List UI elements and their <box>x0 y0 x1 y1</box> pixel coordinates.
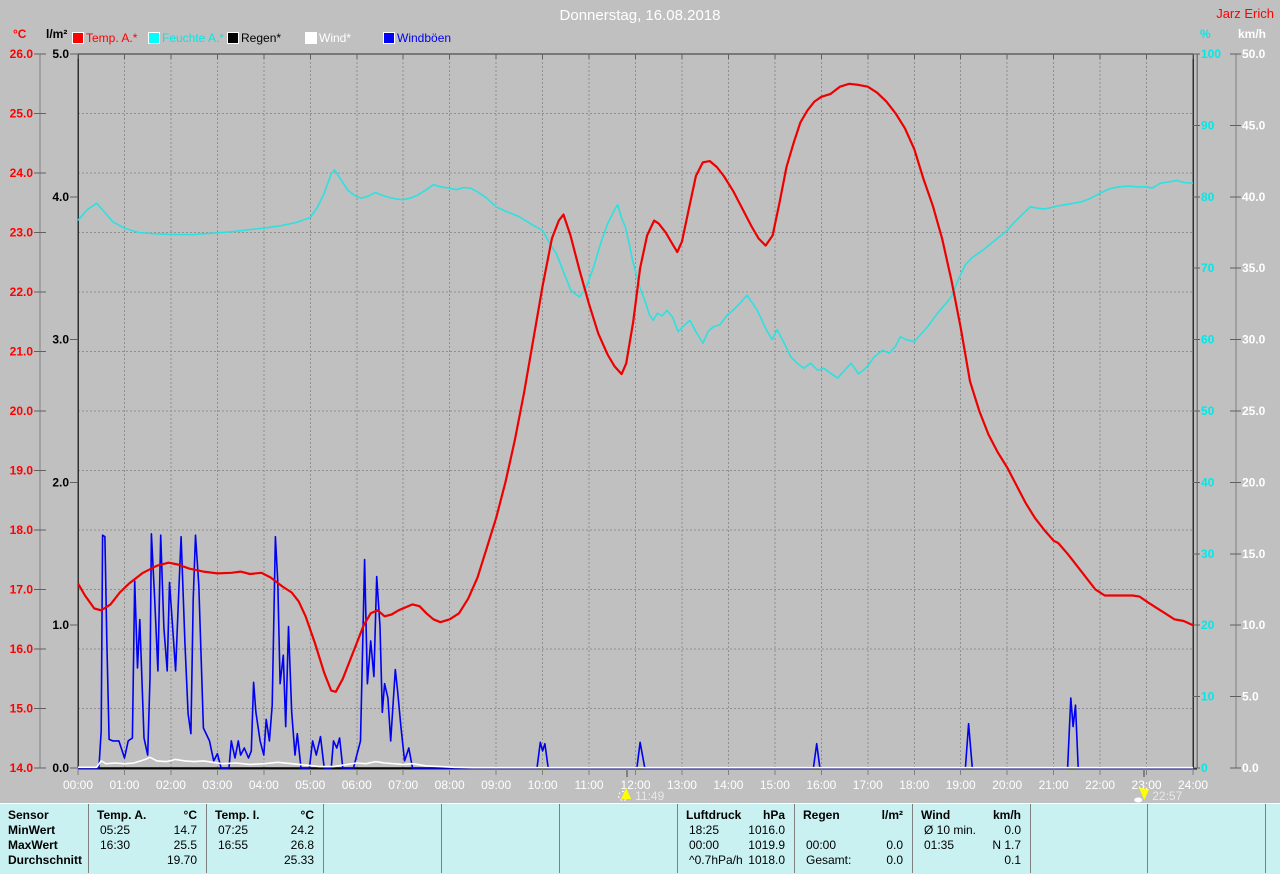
x-tick-label: 10:00 <box>528 778 558 792</box>
x-tick-label: 20:00 <box>992 778 1022 792</box>
temp-tick-label: 23.0 <box>10 226 34 240</box>
table-avg-value: 0.1 <box>1004 853 1021 867</box>
temp-tick-label: 15.0 <box>10 702 34 716</box>
weather-app-window: Donnerstag, 16.08.2018 Jarz Erich °C l/m… <box>0 0 1280 874</box>
table-max-value: 25.5 <box>173 838 197 852</box>
x-tick-label: 03:00 <box>202 778 232 792</box>
rain-tick-label: 3.0 <box>52 333 69 347</box>
table-max-value: 26.8 <box>290 838 314 852</box>
windspeed-tick-label: 45.0 <box>1242 118 1266 132</box>
temp-tick-label: 24.0 <box>10 166 34 180</box>
humidity-tick-label: 70 <box>1201 261 1215 275</box>
temp-tick-label: 16.0 <box>10 642 34 656</box>
humidity-tick-label: 10 <box>1201 690 1215 704</box>
x-tick-label: 09:00 <box>481 778 511 792</box>
humidity-tick-label: 30 <box>1201 547 1215 561</box>
temp-tick-label: 25.0 <box>10 107 34 121</box>
humidity-tick-label: 20 <box>1201 618 1215 632</box>
temp-tick-label: 18.0 <box>10 523 34 537</box>
x-tick-label: 00:00 <box>63 778 93 792</box>
x-tick-label: 24:00 <box>1178 778 1208 792</box>
humidity-tick-label: 40 <box>1201 475 1215 489</box>
table-row-label: Durchschnitt <box>8 853 83 867</box>
table-avg-value: 1018.0 <box>748 853 785 867</box>
x-tick-label: 11:00 <box>574 778 603 792</box>
windspeed-tick-label: 10.0 <box>1242 618 1266 632</box>
humidity-tick-label: 0 <box>1201 761 1208 775</box>
windspeed-tick-label: 35.0 <box>1242 261 1266 275</box>
humidity-tick-label: 80 <box>1201 190 1215 204</box>
x-tick-label: 13:00 <box>667 778 697 792</box>
table-column-divider <box>1030 804 1031 873</box>
temp-tick-label: 26.0 <box>10 47 34 61</box>
table-row-label: Sensor <box>8 808 49 822</box>
table-row-label: MaxWert <box>8 838 58 852</box>
windspeed-tick-label: 30.0 <box>1242 333 1266 347</box>
statistics-table: Sensor MinWert MaxWert Durchschnitt Temp. A.… <box>0 803 1280 874</box>
x-tick-label: 22:00 <box>1085 778 1115 792</box>
table-min-value: 0.0 <box>1004 823 1021 837</box>
table-column-divider <box>441 804 442 873</box>
x-tick-label: 21:00 <box>1039 778 1069 792</box>
sun-marker-time: 11:49 <box>635 789 664 803</box>
x-tick-label: 08:00 <box>435 778 465 792</box>
temp-tick-label: 14.0 <box>10 761 34 775</box>
humidity-tick-label: 90 <box>1201 118 1215 132</box>
rain-tick-label: 5.0 <box>52 47 69 61</box>
table-min-value: 1016.0 <box>748 823 785 837</box>
chart-plot-area: 26.0 25.0 24.0 23.0 22.0 21.0 20.0 19.0 18.0 17.0… <box>10 47 1266 803</box>
x-tick-label: 02:00 <box>156 778 186 792</box>
x-tick-label: 01:00 <box>109 778 139 792</box>
table-sensor-unit: °C <box>183 808 197 822</box>
table-min-value: 14.7 <box>173 823 197 837</box>
rain-tick-label: 2.0 <box>52 475 69 489</box>
windspeed-tick-label: 20.0 <box>1242 475 1266 489</box>
table-column-divider <box>323 804 324 873</box>
table-column-divider <box>1265 804 1266 873</box>
temp-tick-label: 22.0 <box>10 285 34 299</box>
sun-marker-time: 22:57 <box>1152 789 1182 803</box>
x-tick-label: 07:00 <box>388 778 418 792</box>
rain-tick-label: 0.0 <box>52 761 69 775</box>
x-tick-label: 17:00 <box>853 778 883 792</box>
windspeed-tick-label: 0.0 <box>1242 761 1259 775</box>
table-max-value: 1019.9 <box>748 838 785 852</box>
x-tick-label: 19:00 <box>946 778 976 792</box>
table-avg-value: 19.70 <box>166 853 197 867</box>
temp-tick-label: 17.0 <box>10 583 34 597</box>
table-avg-value: 0.0 <box>886 853 903 867</box>
x-tick-label: 04:00 <box>249 778 279 792</box>
windspeed-tick-label: 5.0 <box>1242 690 1259 704</box>
table-max-value: N 1.7 <box>992 838 1021 852</box>
table-sensor-unit: l/m² <box>881 808 903 822</box>
table-column-divider <box>559 804 560 873</box>
table-avg-value: 25.33 <box>283 853 314 867</box>
temp-tick-label: 19.0 <box>10 464 34 478</box>
windspeed-tick-label: 50.0 <box>1242 47 1266 61</box>
table-column-divider <box>1147 804 1148 873</box>
x-tick-label: 18:00 <box>899 778 929 792</box>
windspeed-tick-label: 40.0 <box>1242 190 1266 204</box>
table-max-value: 0.0 <box>886 838 903 852</box>
x-tick-label: 05:00 <box>295 778 325 792</box>
x-tick-label: 14:00 <box>713 778 743 792</box>
windspeed-tick-label: 25.0 <box>1242 404 1266 418</box>
table-sensor-unit: °C <box>300 808 314 822</box>
windspeed-tick-label: 15.0 <box>1242 547 1266 561</box>
humidity-tick-label: 100 <box>1201 47 1221 61</box>
rain-tick-label: 4.0 <box>52 190 69 204</box>
humidity-tick-label: 60 <box>1201 333 1215 347</box>
table-sensor-unit: hPa <box>762 808 785 822</box>
table-sensor-unit: km/h <box>992 808 1021 822</box>
x-tick-label: 16:00 <box>806 778 836 792</box>
horizon-icon <box>1134 797 1143 803</box>
rain-tick-label: 1.0 <box>52 618 69 632</box>
temp-tick-label: 20.0 <box>10 404 34 418</box>
table-min-value: 24.2 <box>290 823 314 837</box>
x-tick-label: 06:00 <box>342 778 372 792</box>
humidity-tick-label: 50 <box>1201 404 1215 418</box>
temp-tick-label: 21.0 <box>10 345 34 359</box>
table-row-label: MinWert <box>8 823 56 837</box>
x-tick-label: 15:00 <box>760 778 790 792</box>
